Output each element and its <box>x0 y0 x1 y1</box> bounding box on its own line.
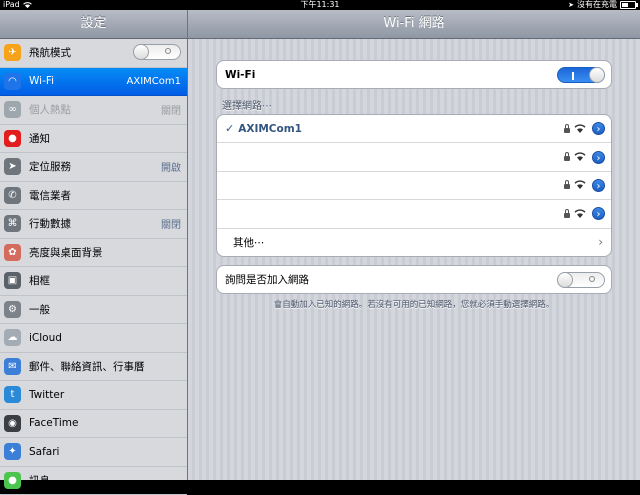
detail-disclosure-icon[interactable]: › <box>592 151 605 164</box>
wifi-networks-panel: Wi-Fi 網路 Wi-Fi 選擇網路⋯ ✓AXIMCom1››››其他⋯› 詢… <box>188 10 640 480</box>
ask-join-group: 詢問是否加入網路 <box>216 265 612 294</box>
sidebar-item-wifi[interactable]: ◠Wi-FiAXIMCom1 <box>0 68 187 97</box>
sidebar-item-label: 電信業者 <box>29 188 187 203</box>
picture-frame-icon: ▣ <box>4 272 21 289</box>
sidebar-item-label: 訊息 <box>29 473 187 488</box>
battery-icon <box>620 1 636 9</box>
safari-icon: ✦ <box>4 443 21 460</box>
settings-list: ✈飛航模式◠Wi-FiAXIMCom1∞個人熱點關閉 ● 通知 ➤定位服務開啟 ✆ 電信業… <box>0 39 187 495</box>
cellular-icon: ⌘ <box>4 215 21 232</box>
sidebar-item-label: FaceTime <box>29 417 187 429</box>
auto-join-footnote: 會自動加入已知的網路。若沒有可用的已知網路，您就必須手動選擇網路。 <box>216 298 612 310</box>
lock-icon <box>564 128 570 133</box>
lock-icon <box>564 213 570 218</box>
sidebar-item-value: AXIMCom1 <box>127 68 181 96</box>
sidebar-item-label: Safari <box>29 446 187 458</box>
hotspot-icon: ∞ <box>4 101 21 118</box>
wifi-strength-icon <box>574 209 588 219</box>
ask-join-label: 詢問是否加入網路 <box>225 272 557 287</box>
network-list: ✓AXIMCom1››››其他⋯› <box>216 114 612 257</box>
location-icon: ➤ <box>4 158 21 175</box>
ask-join-row: 詢問是否加入網路 <box>217 266 611 293</box>
network-row[interactable]: › <box>217 143 611 171</box>
detail-disclosure-icon[interactable]: › <box>592 122 605 135</box>
location-arrow-icon: ➤ <box>568 0 574 10</box>
sidebar-item-cloud[interactable]: ☁ iCloud <box>0 324 187 353</box>
checkmark-icon: ✓ <box>225 122 234 135</box>
choose-network-header: 選擇網路⋯ <box>222 97 272 112</box>
gear-icon: ⚙ <box>4 301 21 318</box>
sidebar-title: 設定 <box>0 10 187 39</box>
facetime-icon: ◉ <box>4 415 21 432</box>
wifi-strength-icon <box>574 180 588 190</box>
sidebar-item-label: 郵件、聯絡資訊、行事曆 <box>29 359 187 374</box>
detail-disclosure-icon[interactable]: › <box>592 179 605 192</box>
cloud-icon: ☁ <box>4 329 21 346</box>
sidebar-item-messages[interactable]: ● 訊息 <box>0 467 187 495</box>
messages-icon: ● <box>4 472 21 489</box>
airplane-icon: ✈ <box>4 44 21 61</box>
carrier-icon: ✆ <box>4 187 21 204</box>
sidebar-item-mail[interactable]: ✉ 郵件、聯絡資訊、行事曆 <box>0 353 187 382</box>
chevron-right-icon: › <box>598 229 603 256</box>
other-network-row[interactable]: 其他⋯› <box>217 229 611 256</box>
clock: 下午11:31 <box>0 0 640 10</box>
airplane-mode-toggle[interactable] <box>133 44 181 60</box>
sidebar-item-twitter[interactable]: t Twitter <box>0 381 187 410</box>
wifi-label: Wi-Fi <box>225 69 557 81</box>
sidebar-item-label: 通知 <box>29 131 187 146</box>
battery-fill <box>622 3 628 7</box>
sidebar-item-notifications[interactable]: ● 通知 <box>0 125 187 154</box>
sidebar-item-label: Twitter <box>29 389 187 401</box>
panel-title: Wi-Fi 網路 <box>188 10 640 39</box>
sidebar-item-label: 亮度與桌面背景 <box>29 245 187 260</box>
wifi-icon: ◠ <box>4 73 21 90</box>
sidebar-item-label: 相框 <box>29 273 187 288</box>
wifi-row: Wi-Fi <box>217 61 611 88</box>
sidebar-item-value: 關閉 <box>161 96 181 124</box>
network-row[interactable]: ✓ AXIMCom1› <box>217 115 611 143</box>
wifi-strength-icon <box>574 152 588 162</box>
lock-icon <box>564 156 570 161</box>
twitter-icon: t <box>4 386 21 403</box>
mail-icon: ✉ <box>4 358 21 375</box>
sidebar-item-facetime[interactable]: ◉ FaceTime <box>0 410 187 439</box>
sidebar-item-location[interactable]: ➤定位服務開啟 <box>0 153 187 182</box>
wifi-strength-icon <box>574 124 588 134</box>
network-row[interactable]: › <box>217 200 611 228</box>
brightness-icon: ✿ <box>4 244 21 261</box>
ask-join-toggle[interactable] <box>557 272 605 288</box>
notifications-icon: ● <box>4 130 21 147</box>
lock-icon <box>564 184 570 189</box>
sidebar-item-picture-frame[interactable]: ▣ 相框 <box>0 267 187 296</box>
sidebar-item-gear[interactable]: ⚙ 一般 <box>0 296 187 325</box>
sidebar-item-value: 關閉 <box>161 210 181 238</box>
sidebar-item-label: 一般 <box>29 302 187 317</box>
wifi-toggle[interactable] <box>557 67 605 83</box>
sidebar-item-carrier[interactable]: ✆ 電信業者 <box>0 182 187 211</box>
wifi-toggle-group: Wi-Fi <box>216 60 612 89</box>
detail-disclosure-icon[interactable]: › <box>592 207 605 220</box>
other-network-label: 其他⋯ <box>225 235 611 250</box>
sidebar-item-cellular[interactable]: ⌘行動數據關閉 <box>0 210 187 239</box>
sidebar-item-brightness[interactable]: ✿ 亮度與桌面背景 <box>0 239 187 268</box>
sidebar-item-label: iCloud <box>29 332 187 344</box>
settings-sidebar: 設定 ✈飛航模式◠Wi-FiAXIMCom1∞個人熱點關閉●通知➤定位服務開啟✆… <box>0 10 188 480</box>
network-row[interactable]: › <box>217 172 611 200</box>
sidebar-item-value: 開啟 <box>161 153 181 181</box>
network-name: AXIMCom1 <box>238 123 611 135</box>
status-bar: iPad 下午11:31 ➤ 沒有在充電 <box>0 0 640 10</box>
sidebar-item-safari[interactable]: ✦ Safari <box>0 438 187 467</box>
charging-status: 沒有在充電 <box>577 0 617 10</box>
sidebar-item-airplane[interactable]: ✈飛航模式 <box>0 39 187 68</box>
sidebar-item-hotspot[interactable]: ∞個人熱點關閉 <box>0 96 187 125</box>
